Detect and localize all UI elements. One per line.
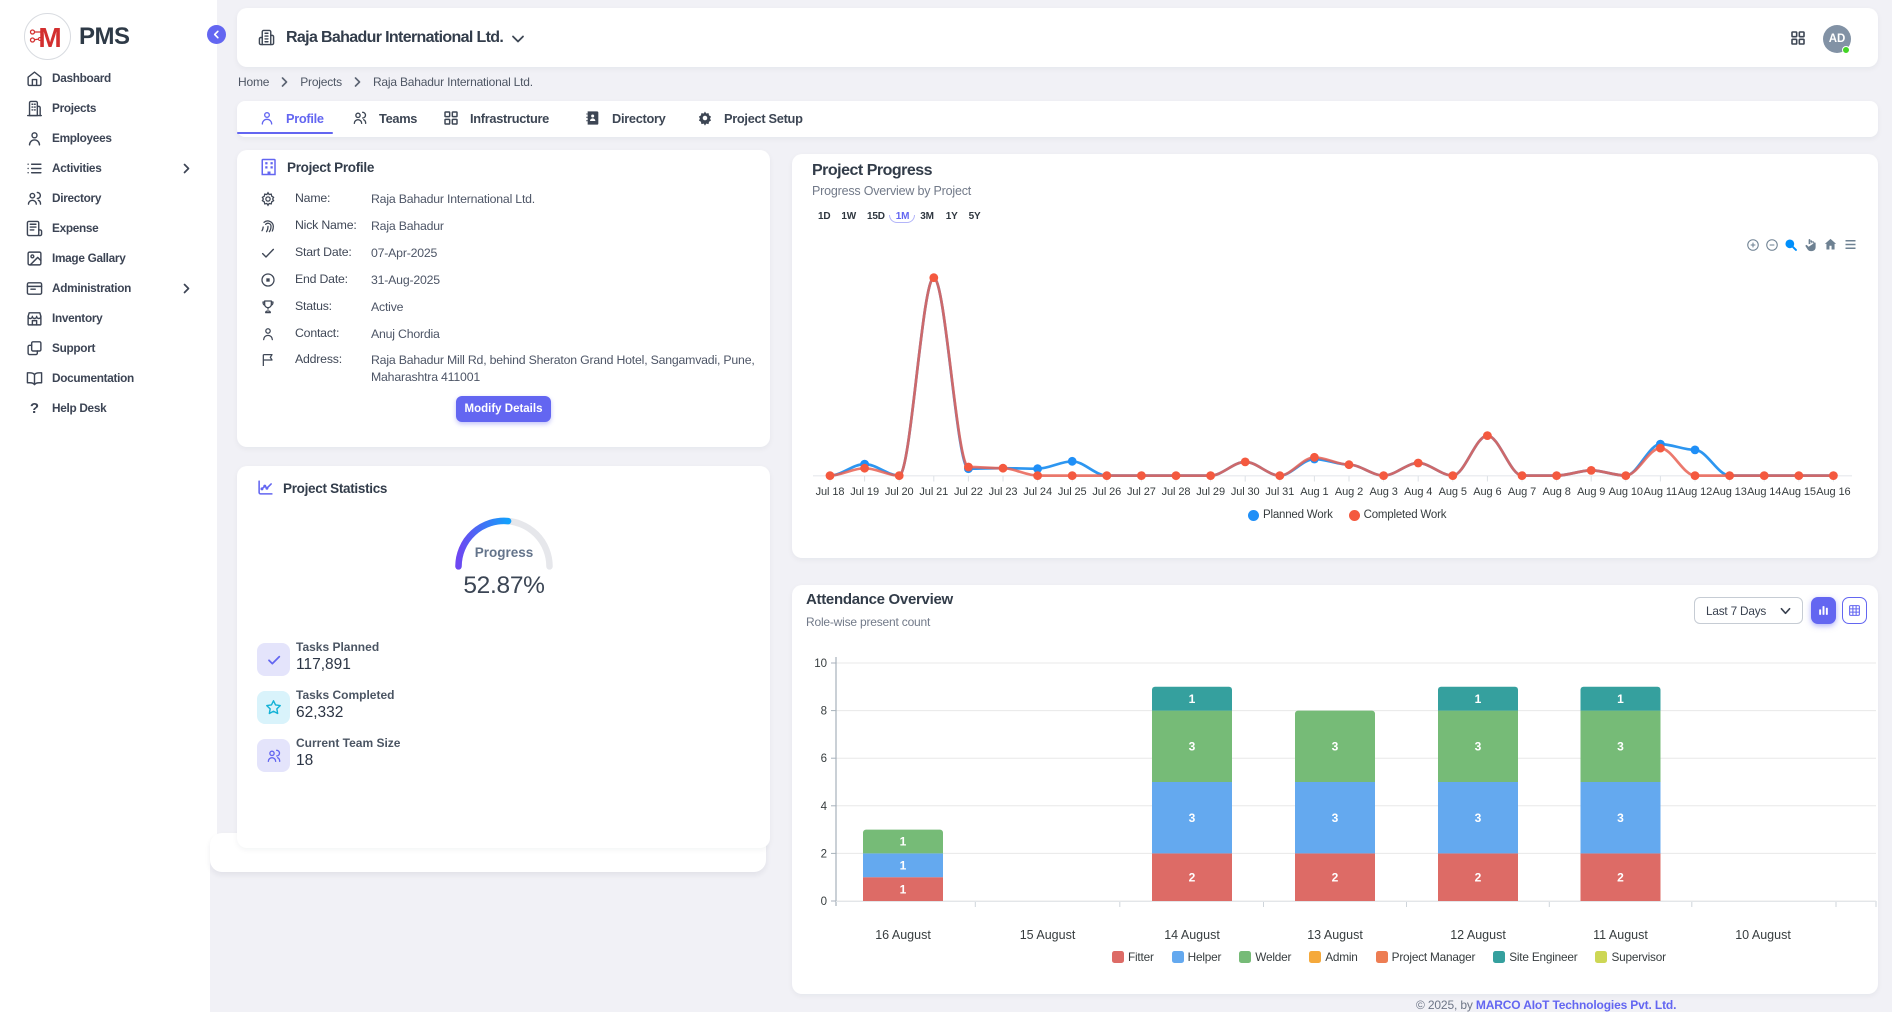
svg-text:8: 8 xyxy=(821,706,827,718)
svg-text:6: 6 xyxy=(821,753,827,765)
svg-text:3: 3 xyxy=(1332,740,1339,754)
svg-text:11 August: 11 August xyxy=(1593,928,1648,942)
svg-text:1: 1 xyxy=(900,835,907,849)
svg-text:1: 1 xyxy=(900,859,907,873)
svg-text:2: 2 xyxy=(1617,870,1624,884)
svg-text:3: 3 xyxy=(1189,811,1196,825)
svg-text:3: 3 xyxy=(1475,740,1482,754)
svg-text:1: 1 xyxy=(1189,692,1196,706)
svg-text:13 August: 13 August xyxy=(1307,928,1363,942)
svg-text:4: 4 xyxy=(821,801,828,813)
svg-text:1: 1 xyxy=(900,882,907,896)
svg-text:3: 3 xyxy=(1332,811,1339,825)
svg-text:10 August: 10 August xyxy=(1735,928,1791,942)
svg-text:12 August: 12 August xyxy=(1450,928,1506,942)
svg-text:1: 1 xyxy=(1617,692,1624,706)
svg-text:2: 2 xyxy=(1332,870,1339,884)
svg-text:0: 0 xyxy=(821,896,827,908)
svg-text:14 August: 14 August xyxy=(1164,928,1220,942)
svg-text:3: 3 xyxy=(1189,740,1196,754)
svg-text:15 August: 15 August xyxy=(1020,928,1076,942)
svg-text:2: 2 xyxy=(1475,870,1482,884)
svg-text:3: 3 xyxy=(1617,811,1624,825)
svg-text:10: 10 xyxy=(814,658,827,670)
svg-text:16 August: 16 August xyxy=(875,928,931,942)
svg-text:3: 3 xyxy=(1617,740,1624,754)
svg-text:3: 3 xyxy=(1475,811,1482,825)
svg-text:2: 2 xyxy=(1189,870,1196,884)
svg-text:1: 1 xyxy=(1475,692,1482,706)
svg-text:2: 2 xyxy=(821,848,827,860)
